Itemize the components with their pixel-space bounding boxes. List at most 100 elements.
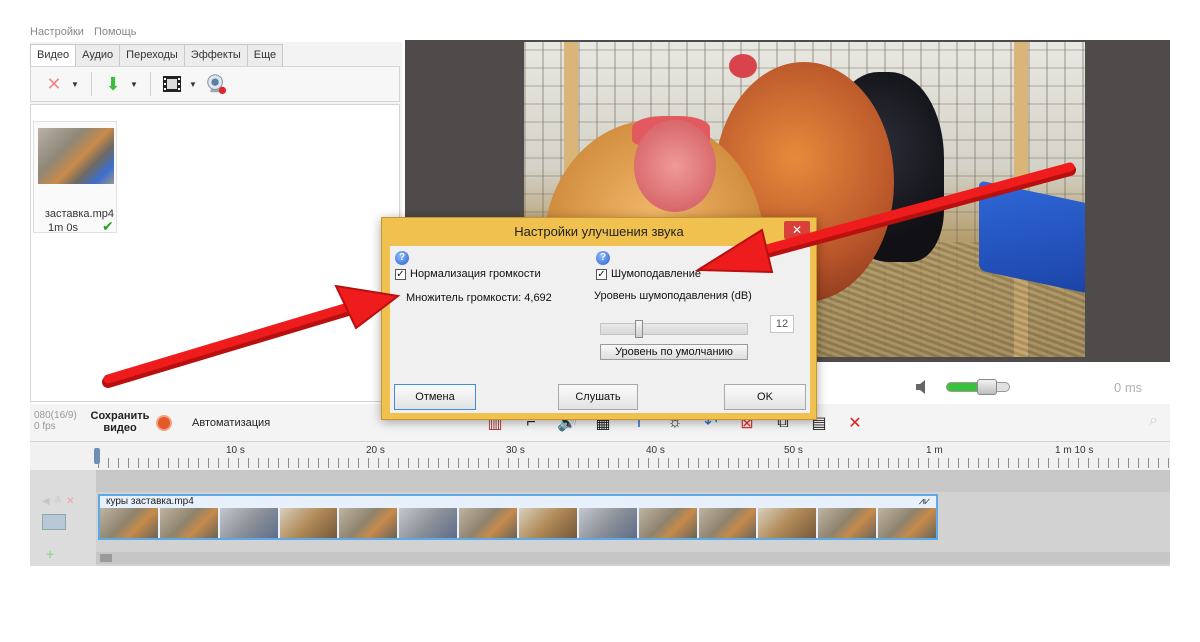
ruler-label: 1 m 10 s	[1055, 445, 1094, 456]
question-icon[interactable]: ?	[395, 251, 409, 265]
add-track-icon[interactable]: +	[46, 546, 54, 562]
dialog-body: ? ✓ Нормализация громкости Множитель гро…	[390, 246, 810, 413]
delete-icon[interactable]: ✕	[844, 412, 866, 434]
ok-button[interactable]: OK	[724, 384, 806, 410]
toolbar-separator	[91, 72, 92, 96]
track-controls: ◀ ≚ ✕	[42, 496, 74, 507]
volume-slider[interactable]	[946, 379, 1010, 395]
normalize-label: Нормализация громкости	[410, 268, 541, 280]
normalize-checkbox[interactable]: ✓	[395, 268, 406, 280]
tab-transitions[interactable]: Переходы	[119, 44, 185, 66]
delete-dropdown-icon[interactable]: ▼	[71, 80, 81, 89]
noise-level-label: Уровень шумоподавления (dB)	[594, 290, 752, 302]
video-editor-window: Настройки Помощь Видео Аудио Переходы Эф…	[0, 0, 1200, 642]
clip-frame	[818, 508, 877, 538]
tab-video[interactable]: Видео	[30, 44, 77, 66]
import-dropdown-icon[interactable]: ▼	[130, 80, 140, 89]
scrollbar-thumb[interactable]	[100, 554, 112, 562]
tab-audio[interactable]: Аудио	[75, 44, 121, 66]
format-fps: 0 fps	[34, 421, 56, 432]
track-film-icon	[42, 514, 66, 530]
toolbar-separator	[150, 72, 151, 96]
webcam-icon[interactable]	[205, 73, 227, 95]
waveform-icon: ⩘⩗	[918, 496, 930, 507]
preview-controls: 0 ms	[818, 372, 1170, 404]
dialog-titlebar[interactable]: Настройки улучшения звука ✕	[382, 218, 816, 244]
ruler-label: 30 s	[506, 445, 525, 456]
clip-frames	[100, 508, 937, 538]
save-video-label-line2: видео	[103, 422, 137, 434]
clip-frame	[219, 508, 278, 538]
cancel-button[interactable]: Отмена	[394, 384, 476, 410]
ruler-label: 50 s	[784, 445, 803, 456]
mute-icon[interactable]: ◀	[42, 496, 50, 507]
tab-more[interactable]: Еще	[246, 44, 284, 66]
ruler-label: 1 m	[926, 445, 943, 456]
menu-settings[interactable]: Настройки	[30, 22, 84, 42]
format-resolution: 080(16/9)	[34, 410, 77, 421]
listen-button[interactable]: Слушать	[558, 384, 638, 410]
ruler-label: 10 s	[226, 445, 245, 456]
close-button[interactable]: ✕	[784, 221, 810, 239]
format-info: 080(16/9) 0 fps	[34, 410, 77, 432]
film-icon[interactable]	[161, 73, 183, 95]
menu-bar: Настройки Помощь	[30, 22, 136, 42]
record-icon[interactable]	[156, 415, 172, 431]
remove-track-icon[interactable]: ✕	[66, 496, 74, 507]
delete-icon[interactable]: ✕	[43, 73, 65, 95]
clip-frame	[159, 508, 218, 538]
speaker-icon[interactable]	[914, 378, 932, 396]
noise-suppression-checkbox[interactable]: ✓	[596, 268, 607, 280]
rooster-comb	[729, 54, 757, 78]
timeline-scrollbar[interactable]	[96, 552, 1170, 564]
clip-frame	[638, 508, 697, 538]
menu-help[interactable]: Помощь	[94, 22, 137, 42]
collapse-icon[interactable]: ≚	[54, 496, 62, 507]
media-toolbar: ✕ ▼ ⬇ ▼ ▼	[30, 66, 400, 102]
normalize-checkbox-row[interactable]: ✓ Нормализация громкости	[395, 268, 541, 280]
film-dropdown-icon[interactable]: ▼	[189, 80, 199, 89]
import-arrow-icon[interactable]: ⬇	[102, 73, 124, 95]
check-icon: ✔	[102, 218, 114, 234]
sound-enhancement-dialog: Настройки улучшения звука ✕ ? ✓ Нормализ…	[381, 217, 817, 420]
noise-suppression-label: Шумоподавление	[611, 268, 701, 280]
playhead[interactable]	[94, 448, 100, 464]
clip-frame	[519, 508, 577, 538]
clip-frame	[279, 508, 338, 538]
dialog-title: Настройки улучшения звука	[514, 224, 684, 239]
save-video-button[interactable]: Сохранить видео	[88, 410, 152, 434]
ruler-label: 40 s	[646, 445, 665, 456]
clip-frame	[399, 508, 458, 538]
noise-level-slider-thumb[interactable]	[635, 320, 643, 338]
clip-frame	[339, 508, 398, 538]
noise-level-slider[interactable]	[600, 320, 748, 338]
clip-duration: 1m 0s	[48, 222, 78, 234]
clip-frame	[698, 508, 757, 538]
automation-button[interactable]: Автоматизация	[192, 417, 270, 429]
media-clip-item[interactable]: заставка.mp4 1m 0s ✔	[33, 121, 117, 234]
noise-level-value[interactable]: 12	[770, 315, 794, 333]
timeline-clip-title: куры заставка.mp4	[106, 496, 194, 507]
timeline-clip[interactable]: куры заставка.mp4 ⩘⩗	[98, 494, 938, 540]
empty-track	[96, 470, 1170, 492]
zoom-icon[interactable]: ⌕	[1149, 412, 1158, 430]
clip-frame	[758, 508, 817, 538]
volume-slider-knob[interactable]	[977, 379, 997, 395]
clip-frame	[459, 508, 518, 538]
noise-checkbox-row[interactable]: ✓ Шумоподавление	[596, 268, 701, 280]
time-readout: 0 ms	[1114, 380, 1143, 395]
volume-multiplier-text: Множитель громкости: 4,692	[406, 292, 552, 304]
media-panel: Видео Аудио Переходы Эффекты Еще ✕ ▼ ⬇ ▼…	[30, 42, 402, 402]
question-icon[interactable]: ?	[596, 251, 610, 265]
clip-frame	[100, 508, 158, 538]
timeline-ruler[interactable]: 10 s 20 s 30 s 40 s 50 s 1 m 1 m 10 s	[30, 442, 1170, 470]
default-level-button[interactable]: Уровень по умолчанию	[600, 344, 748, 360]
clip-thumbnail	[38, 128, 114, 184]
ruler-label: 20 s	[366, 445, 385, 456]
track-header: ◀ ≚ ✕ +	[30, 470, 96, 566]
clip-frame	[578, 508, 637, 538]
ruler-ticks	[98, 458, 1170, 468]
media-tabs: Видео Аудио Переходы Эффекты Еще	[30, 44, 284, 66]
hen-face	[634, 120, 716, 212]
tab-effects[interactable]: Эффекты	[183, 44, 248, 66]
